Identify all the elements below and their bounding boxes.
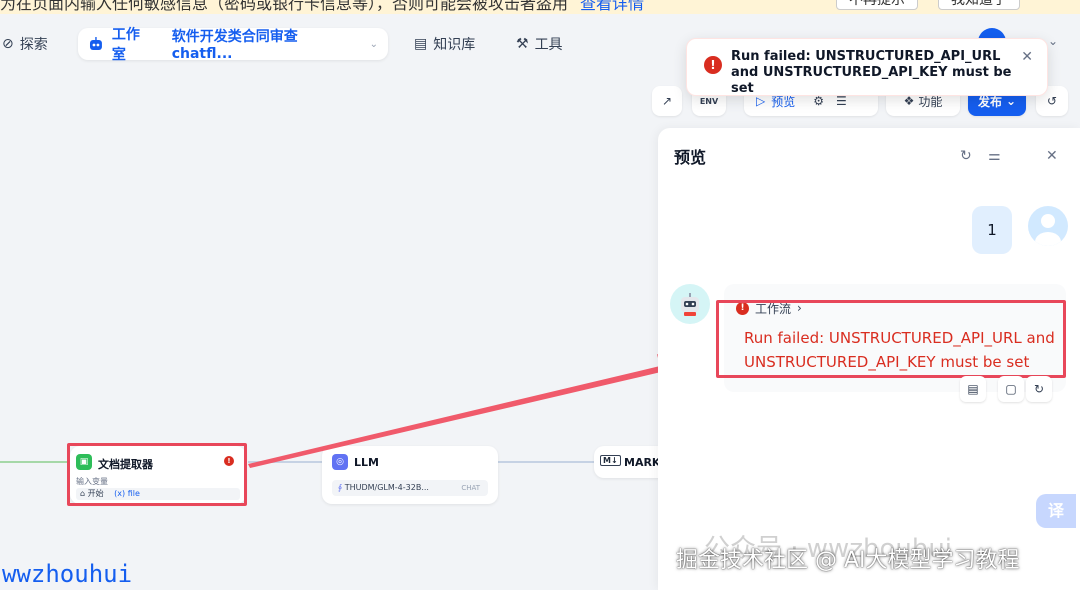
user-icon bbox=[1035, 214, 1061, 246]
clipboard-icon: ▢ bbox=[1005, 382, 1017, 396]
translate-button[interactable]: 译 bbox=[1036, 494, 1076, 528]
copy-button[interactable]: ▢ bbox=[998, 376, 1024, 402]
regenerate-button[interactable]: ↻ bbox=[1026, 376, 1052, 402]
refresh-icon: ↻ bbox=[1033, 382, 1045, 396]
preview-panel: 预览 ↻ ⚌ ✕ 1 ! 工作流 › Run failed: UNSTRUCTU… bbox=[658, 128, 1080, 590]
restart-icon[interactable]: ↻ bbox=[960, 148, 972, 164]
robot-icon bbox=[681, 293, 699, 316]
highlight-box-error bbox=[716, 300, 1066, 378]
user-message: 1 bbox=[972, 206, 1012, 254]
user-avatar bbox=[1028, 206, 1068, 246]
close-icon[interactable]: ✕ bbox=[1046, 148, 1058, 164]
author-watermark: wwzhouhui bbox=[2, 560, 133, 588]
juejin-watermark: 掘金技术社区 @ AI大模型学习教程 bbox=[676, 548, 1020, 573]
bot-avatar bbox=[670, 284, 710, 324]
variables-icon[interactable]: ⚌ bbox=[988, 148, 1001, 164]
log-button[interactable]: ▤ bbox=[960, 376, 986, 402]
preview-title: 预览 bbox=[674, 148, 707, 167]
document-icon: ▤ bbox=[967, 382, 979, 396]
